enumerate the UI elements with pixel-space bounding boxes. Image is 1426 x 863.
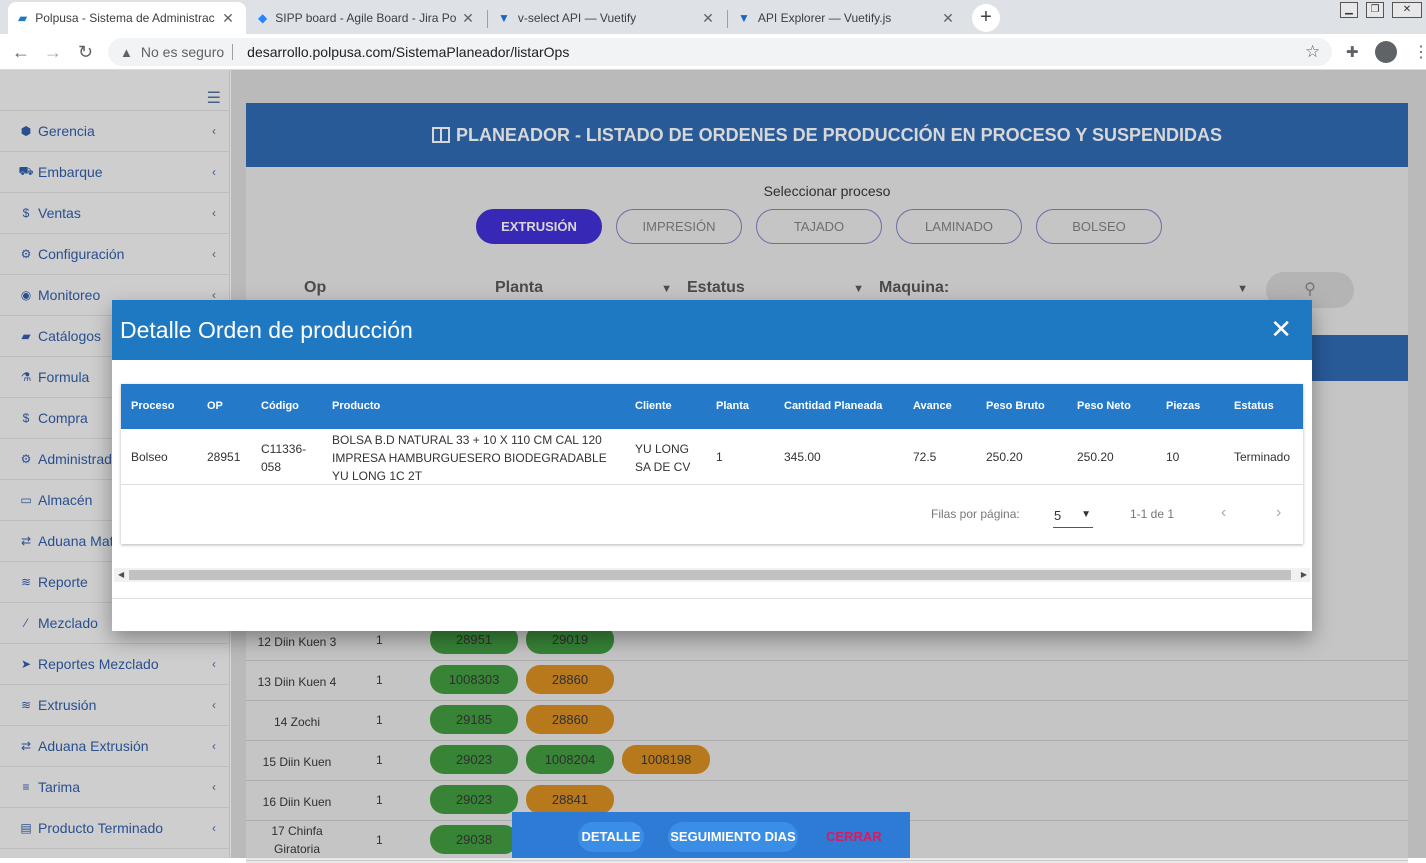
scroll-right-icon[interactable]: ▶ xyxy=(1301,568,1307,582)
chevron-down-icon: ▼ xyxy=(1081,509,1091,520)
extensions-icon[interactable]: ✚ xyxy=(1346,43,1359,61)
close-window-button[interactable]: ✕ xyxy=(1392,2,1422,18)
detalle-button[interactable]: DETALLE xyxy=(578,822,644,852)
cell-estatus: Terminado xyxy=(1234,450,1291,464)
dialog-title: Detalle Orden de producción xyxy=(120,316,413,343)
vuetify-favicon-icon: ▼ xyxy=(498,11,510,25)
col-peso-bruto[interactable]: Peso Bruto xyxy=(986,384,1045,429)
browser-tab-bar: ▰ Polpusa - Sistema de Administrac ✕ ◆ S… xyxy=(0,0,1426,34)
jira-favicon-icon: ◆ xyxy=(258,11,268,25)
col-cliente[interactable]: Cliente xyxy=(635,384,672,429)
close-icon[interactable]: ✕ xyxy=(940,10,956,27)
col-codigo[interactable]: Código xyxy=(261,384,299,429)
polpusa-favicon-icon: ▰ xyxy=(18,11,28,25)
cell-peso-neto: 250.20 xyxy=(1077,450,1114,464)
pagination-range: 1-1 de 1 xyxy=(1130,507,1175,521)
col-planta[interactable]: Planta xyxy=(716,384,749,429)
minimize-button[interactable]: ▁ xyxy=(1340,2,1358,18)
cell-codigo: C11336-058 xyxy=(261,442,307,474)
scrollbar-thumb[interactable] xyxy=(129,570,1291,580)
scroll-left-icon[interactable]: ◀ xyxy=(118,568,124,582)
tab-title: API Explorer — Vuetify.js xyxy=(757,11,892,25)
tab-polpusa[interactable]: ▰ Polpusa - Sistema de Administrac ✕ xyxy=(8,2,246,34)
dialog-divider xyxy=(112,598,1312,599)
close-icon[interactable]: ✕ xyxy=(220,10,236,27)
rows-per-page-label: Filas por página: xyxy=(931,507,1020,521)
tab-title: SIPP board - Agile Board - Jira Po xyxy=(275,11,457,25)
cell-proceso: Bolseo xyxy=(131,450,168,464)
col-peso-neto[interactable]: Peso Neto xyxy=(1077,384,1131,429)
prev-page-icon[interactable]: ‹ xyxy=(1221,504,1226,522)
cell-cantidad-planeada: 345.00 xyxy=(784,450,821,464)
url-input[interactable]: ▲ No es seguro desarrollo.polpusa.com/Si… xyxy=(108,38,1332,66)
vuetify-favicon-icon: ▼ xyxy=(738,11,750,25)
col-estatus[interactable]: Estatus xyxy=(1234,384,1274,429)
tab-api-explorer[interactable]: ▼ API Explorer — Vuetify.js ✕ xyxy=(728,2,966,34)
tab-jira[interactable]: ◆ SIPP board - Agile Board - Jira Po ✕ xyxy=(248,2,486,34)
cell-planta: 1 xyxy=(716,450,723,464)
close-icon[interactable]: ✕ xyxy=(700,10,716,27)
detail-table-header: Proceso OP Código Producto Cliente Plant… xyxy=(121,384,1303,429)
tab-vselect[interactable]: ▼ v-select API — Vuetify ✕ xyxy=(488,2,726,34)
maximize-button[interactable]: ❐ xyxy=(1366,2,1384,18)
security-label: No es seguro xyxy=(140,44,225,60)
detail-dialog: Detalle Orden de producción ✕ Proceso OP… xyxy=(112,300,1312,631)
cell-op: 28951 xyxy=(207,450,241,464)
warning-icon: ▲ xyxy=(120,44,133,60)
col-cantidad-planeada[interactable]: Cantidad Planeada xyxy=(784,384,882,429)
menu-icon[interactable]: ⋮ xyxy=(1413,42,1426,62)
col-avance[interactable]: Avance xyxy=(913,384,952,429)
reload-icon[interactable]: ↻ xyxy=(78,42,93,63)
tab-title: v-select API — Vuetify xyxy=(517,11,637,25)
dialog-header: Detalle Orden de producción xyxy=(112,300,1312,360)
seguimiento-dias-button[interactable]: SEGUIMIENTO DIAS xyxy=(668,822,798,852)
bottom-action-bar: DETALLE SEGUIMIENTO DIAS CERRAR xyxy=(512,812,910,858)
col-op[interactable]: OP xyxy=(207,384,223,429)
rows-per-page-value: 5 xyxy=(1054,508,1062,523)
col-producto[interactable]: Producto xyxy=(332,384,380,429)
omnibox-separator xyxy=(232,44,234,60)
row-divider xyxy=(121,484,1303,485)
new-tab-button[interactable]: + xyxy=(972,4,1000,32)
profile-avatar[interactable] xyxy=(1375,41,1397,63)
close-icon[interactable]: ✕ xyxy=(460,10,476,27)
star-icon[interactable]: ☆ xyxy=(1305,42,1320,62)
back-icon[interactable]: ← xyxy=(12,42,30,63)
cell-cliente: YU LONG SA DE CV xyxy=(635,442,691,474)
horizontal-scrollbar[interactable]: ◀ ▶ xyxy=(114,568,1310,582)
cell-producto: BOLSA B.D NATURAL 33 + 10 X 110 CM CAL 1… xyxy=(332,433,607,483)
cerrar-button[interactable]: CERRAR xyxy=(826,822,882,852)
next-page-icon[interactable]: › xyxy=(1276,504,1281,522)
col-piezas[interactable]: Piezas xyxy=(1166,384,1200,429)
cell-peso-bruto: 250.20 xyxy=(986,450,1023,464)
detail-table: Proceso OP Código Producto Cliente Plant… xyxy=(121,384,1303,544)
cell-piezas: 10 xyxy=(1166,450,1180,464)
rows-per-page-select[interactable]: 5 ▼ xyxy=(1053,504,1093,528)
col-proceso[interactable]: Proceso xyxy=(131,384,174,429)
forward-icon[interactable]: → xyxy=(44,42,62,63)
close-icon[interactable]: ✕ xyxy=(1270,314,1292,345)
cell-avance: 72.5 xyxy=(913,450,937,464)
address-bar: ← → ↻ ▲ No es seguro desarrollo.polpusa.… xyxy=(0,34,1426,70)
tab-title: Polpusa - Sistema de Administrac xyxy=(35,11,215,25)
url-text: desarrollo.polpusa.com/SistemaPlaneador/… xyxy=(247,44,570,60)
row-divider xyxy=(246,860,1408,861)
